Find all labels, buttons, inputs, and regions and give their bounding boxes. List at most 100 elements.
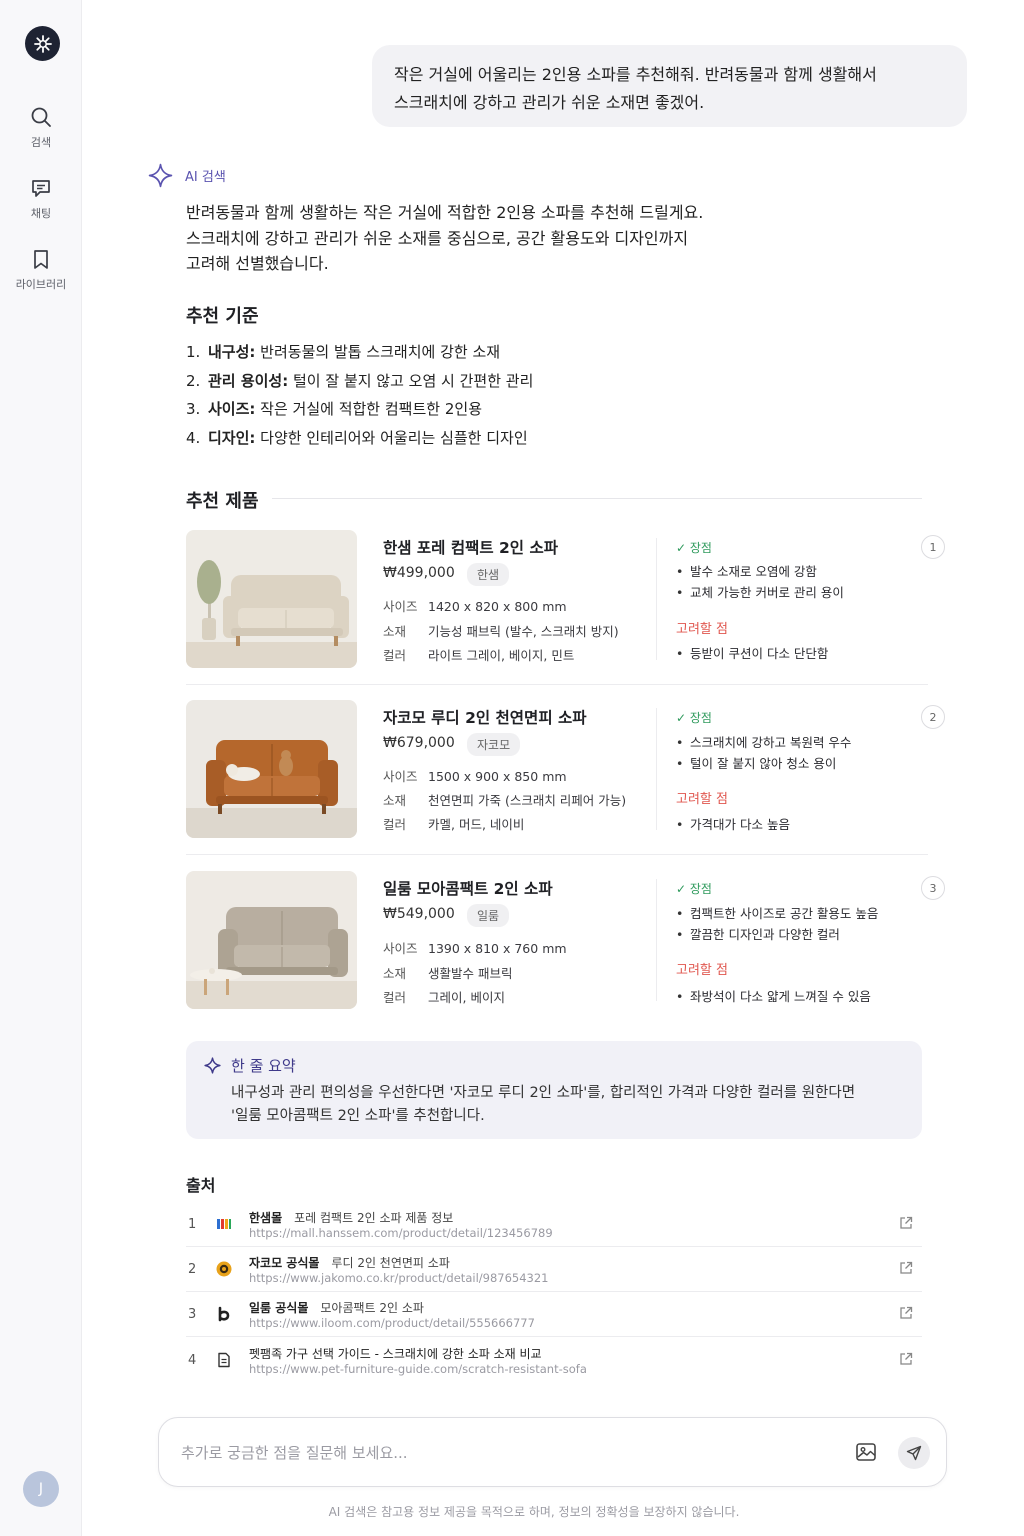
rank-badge: 2 <box>921 705 945 729</box>
criteria-key: 관리 용이성: <box>208 371 289 390</box>
spec-label: 소재 <box>383 624 407 639</box>
pros-heading: ✓ 장점 <box>676 541 712 555</box>
external-link-icon[interactable] <box>899 1261 913 1275</box>
sparkle-icon <box>204 1057 221 1074</box>
spec-value: 천연면피 가죽 (스크래치 리페어 가능) <box>428 793 627 808</box>
pros-item: 스크래치에 강하고 복원력 우수 <box>676 732 851 751</box>
cons-item: 좌방석이 다소 얇게 느껴질 수 있음 <box>676 986 871 1005</box>
product-image[interactable] <box>186 871 357 1009</box>
spec-value: 1390 x 810 x 760 mm <box>428 941 567 956</box>
criteria-title: 추천 기준 <box>186 306 259 327</box>
brand-badge: 일룸 <box>467 904 510 927</box>
source-divider <box>186 1336 922 1337</box>
send-icon <box>906 1445 922 1461</box>
criteria-text: 털이 잘 붙지 않고 오염 시 간편한 관리 <box>288 371 534 390</box>
sidebar-item-label: 채팅 <box>30 207 52 220</box>
source-site: 펫팸족 가구 선택 가이드 - 스크래치에 강한 소파 소재 비교 <box>249 1347 542 1361</box>
image-upload-icon[interactable] <box>855 1441 877 1463</box>
sidebar-item-library[interactable]: 라이브러리 <box>0 248 82 292</box>
cons-heading: 고려할 점 <box>676 622 728 637</box>
spec-value: 카멜, 머드, 네이비 <box>428 817 525 832</box>
criteria-item: 3. 사이즈: 작은 거실에 적합한 컴팩트한 2인용 <box>186 395 533 424</box>
spec-label: 컬러 <box>383 817 407 832</box>
criteria-item: 1. 내구성: 반려동물의 발톱 스크래치에 강한 소재 <box>186 338 533 367</box>
spec-label: 사이즈 <box>383 941 418 956</box>
source-number: 3 <box>188 1307 197 1322</box>
criteria-text: 반려동물의 발톱 스크래치에 강한 소재 <box>255 343 501 361</box>
spec-color: 컬러 카멜, 머드, 네이비 <box>383 814 524 833</box>
product-name[interactable]: 일룸 모아콤팩트 2인 소파 <box>383 877 553 899</box>
chat-input[interactable] <box>181 1440 821 1466</box>
source-site: 자코모 공식몰 <box>249 1256 320 1270</box>
ai-intro-text: 반려동물과 함께 생활하는 작은 거실에 적합한 2인용 소파를 추천해 드릴게… <box>186 200 786 277</box>
spec-value: 그레이, 베이지 <box>428 990 505 1005</box>
criteria-item: 4. 디자인: 다양한 인테리어와 어울리는 심플한 디자인 <box>186 424 533 453</box>
app-logo[interactable] <box>25 26 60 61</box>
spec-value: 라이트 그레이, 베이지, 민트 <box>428 648 575 663</box>
external-link-icon[interactable] <box>899 1216 913 1230</box>
source-url[interactable]: https://www.jakomo.co.kr/product/detail/… <box>249 1271 548 1285</box>
source-divider <box>186 1291 922 1292</box>
spec-value: 1420 x 820 x 800 mm <box>428 599 567 614</box>
product-card[interactable]: 일룸 모아콤팩트 2인 소파 ₩549,000 일룸 사이즈 1390 x 810… <box>186 871 946 1011</box>
spec-label: 컬러 <box>383 648 407 663</box>
spec-size: 사이즈 1390 x 810 x 760 mm <box>383 938 567 957</box>
chat-input-box <box>158 1417 947 1487</box>
pros-item: 발수 소재로 오염에 강함 <box>676 561 817 580</box>
user-message-bubble: 작은 거실에 어울리는 2인용 소파를 추천해줘. 반려동물과 함께 생활해서 … <box>372 45 967 127</box>
criteria-list: 1. 내구성: 반려동물의 발톱 스크래치에 강한 소재 2. 관리 용이성: 털이… <box>186 338 533 453</box>
source-url[interactable]: https://www.iloom.com/product/detail/555… <box>249 1316 535 1330</box>
source-title: 일룸 공식몰 모아콤팩트 2인 소파 <box>249 1299 424 1316</box>
source-url[interactable]: https://mall.hanssem.com/product/detail/… <box>249 1226 553 1240</box>
product-image[interactable] <box>186 530 357 668</box>
spec-value: 생활발수 패브릭 <box>428 966 513 981</box>
pros-item: 깔끔한 디자인과 다양한 컬러 <box>676 924 840 943</box>
spec-size: 사이즈 1500 x 900 x 850 mm <box>383 766 567 785</box>
source-url[interactable]: https://www.pet-furniture-guide.com/scra… <box>249 1362 587 1376</box>
pros-heading: ✓ 장점 <box>676 882 712 896</box>
product-card[interactable]: 한샘 포레 컴팩트 2인 소파 ₩499,000 한샘 사이즈 1420 x 82… <box>186 530 946 670</box>
products-title: 추천 제품 <box>186 491 259 512</box>
pros-item: 털이 잘 붙지 않아 청소 용이 <box>676 753 836 772</box>
sidebar-item-chat[interactable]: 채팅 <box>0 177 82 221</box>
spec-material: 소재 생활발수 패브릭 <box>383 963 512 982</box>
source-title: 한샘몰 포레 컴팩트 2인 소파 제품 정보 <box>249 1209 453 1226</box>
spec-label: 사이즈 <box>383 769 418 784</box>
spec-color: 컬러 그레이, 베이지 <box>383 987 505 1006</box>
source-title: 자코모 공식몰 루디 2인 천연면피 소파 <box>249 1254 450 1271</box>
summary-line: 내구성과 관리 편의성을 우선한다면 '자코모 루디 2인 소파'를, 합리적인… <box>231 1085 856 1101</box>
app-logo-icon <box>33 34 52 53</box>
source-number: 2 <box>188 1262 197 1277</box>
criteria-num: 3. <box>186 400 201 419</box>
spec-label: 소재 <box>383 793 407 808</box>
user-avatar[interactable]: J <box>23 1471 59 1507</box>
criteria-key: 사이즈: <box>208 400 256 419</box>
product-card[interactable]: 자코모 루디 2인 천연면피 소파 ₩679,000 자코모 사이즈 1500 x… <box>186 700 946 840</box>
summary-line: '일룸 모아콤팩트 2인 소파'를 추천합니다. <box>231 1108 485 1124</box>
user-message-line: 스크래치에 강하고 관리가 쉬운 소재면 좋겠어. <box>394 93 705 112</box>
product-divider <box>186 854 928 855</box>
summary-header: 한 줄 요약 <box>204 1055 296 1076</box>
column-divider <box>656 879 657 1001</box>
pros-item: 컴팩트한 사이즈로 공간 활용도 높음 <box>676 903 878 922</box>
external-link-icon[interactable] <box>899 1352 913 1366</box>
criteria-num: 1. <box>186 343 201 361</box>
brand-badge: 자코모 <box>467 733 521 756</box>
product-name[interactable]: 자코모 루디 2인 천연면피 소파 <box>383 706 587 728</box>
intro-line: 고려해 선별했습니다. <box>186 254 329 273</box>
product-image[interactable] <box>186 700 357 838</box>
sources-title: 출처 <box>186 1176 216 1195</box>
spec-material: 소재 기능성 패브릭 (발수, 스크래치 방지) <box>383 621 619 640</box>
send-button[interactable] <box>898 1437 930 1469</box>
external-link-icon[interactable] <box>899 1306 913 1320</box>
spec-label: 소재 <box>383 966 407 981</box>
spec-value: 기능성 패브릭 (발수, 스크래치 방지) <box>428 624 619 639</box>
sidebar-item-label: 검색 <box>30 136 52 149</box>
source-item[interactable]: 4 펫팸족 가구 선택 가이드 - 스크래치에 강한 소파 소재 비교 http… <box>186 1344 922 1389</box>
sidebar-item-search[interactable]: 검색 <box>0 106 82 150</box>
document-icon <box>218 1352 230 1368</box>
product-name[interactable]: 한샘 포레 컴팩트 2인 소파 <box>383 536 558 558</box>
criteria-num: 2. <box>186 371 201 390</box>
product-price: ₩679,000 <box>383 735 455 751</box>
source-site: 일룸 공식몰 <box>249 1301 309 1315</box>
